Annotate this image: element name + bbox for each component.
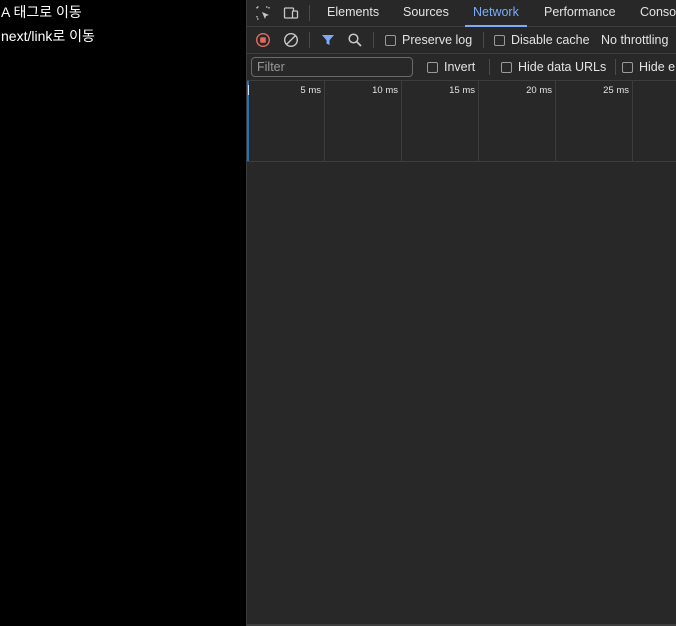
- next-link[interactable]: next/link로 이동: [0, 24, 246, 48]
- tab-network[interactable]: Network: [465, 0, 527, 27]
- timeline-tick-label: 20 ms: [526, 85, 552, 96]
- device-toolbar-icon[interactable]: [282, 4, 300, 22]
- invert-label: Invert: [444, 60, 476, 74]
- filter-bar: Invert Hide data URLs Hide e: [247, 54, 676, 81]
- throttling-select[interactable]: No throttling: [601, 27, 668, 53]
- timeline-tick: 20 ms: [479, 81, 556, 161]
- network-toolbar: Preserve log Disable cache No throttling: [247, 27, 676, 54]
- preserve-log-checkbox[interactable]: Preserve log: [385, 27, 472, 53]
- stop-recording-icon[interactable]: [254, 31, 272, 49]
- timeline-tick: 5 ms: [247, 81, 325, 161]
- tab-console[interactable]: Conso: [640, 0, 676, 26]
- timeline-tick-label: 15 ms: [449, 85, 475, 96]
- tab-elements[interactable]: Elements: [327, 0, 379, 26]
- tab-performance[interactable]: Performance: [544, 0, 616, 26]
- timeline-tick: 25 ms: [556, 81, 633, 161]
- page-viewport: A 태그로 이동 next/link로 이동: [0, 0, 246, 626]
- inspect-element-icon[interactable]: [254, 4, 272, 22]
- tab-separator: [309, 5, 310, 21]
- timeline-tick-label: 10 ms: [372, 85, 398, 96]
- search-icon[interactable]: [346, 31, 364, 49]
- a-tag-link[interactable]: A 태그로 이동: [0, 0, 246, 24]
- timeline-tick: 15 ms: [402, 81, 479, 161]
- filter-separator: [489, 59, 490, 75]
- filter-separator: [615, 59, 616, 75]
- timeline-tick-label: 25 ms: [603, 85, 629, 96]
- hide-extension-urls-checkbox[interactable]: Hide e: [622, 54, 675, 80]
- clear-icon[interactable]: [282, 31, 300, 49]
- timeline-tick-label: 5 ms: [300, 85, 321, 96]
- toolbar-separator: [483, 32, 484, 48]
- devtools-tab-strip: Elements Sources Network Performance Con…: [247, 0, 676, 27]
- filter-icon[interactable]: [319, 31, 337, 49]
- network-overview-timeline[interactable]: 5 ms 10 ms 15 ms 20 ms 25 ms: [247, 81, 676, 162]
- devtools-panel: Elements Sources Network Performance Con…: [247, 0, 676, 626]
- hide-extension-urls-label: Hide e: [639, 60, 676, 74]
- filter-input[interactable]: [251, 57, 413, 77]
- invert-box[interactable]: [427, 61, 438, 73]
- disable-cache-box[interactable]: [494, 34, 505, 46]
- hide-extension-urls-box[interactable]: [622, 61, 633, 73]
- invert-checkbox[interactable]: Invert: [427, 54, 475, 80]
- preserve-log-label: Preserve log: [402, 33, 473, 47]
- toolbar-separator: [373, 32, 374, 48]
- hide-data-urls-box[interactable]: [501, 61, 512, 73]
- hide-data-urls-checkbox[interactable]: Hide data URLs: [501, 54, 606, 80]
- toolbar-separator: [309, 32, 310, 48]
- disable-cache-checkbox[interactable]: Disable cache: [494, 27, 590, 53]
- network-requests-panel: [247, 162, 676, 624]
- disable-cache-label: Disable cache: [511, 33, 590, 47]
- preserve-log-box[interactable]: [385, 34, 396, 46]
- tab-sources[interactable]: Sources: [403, 0, 449, 26]
- hide-data-urls-label: Hide data URLs: [518, 60, 607, 74]
- timeline-tick: 10 ms: [325, 81, 402, 161]
